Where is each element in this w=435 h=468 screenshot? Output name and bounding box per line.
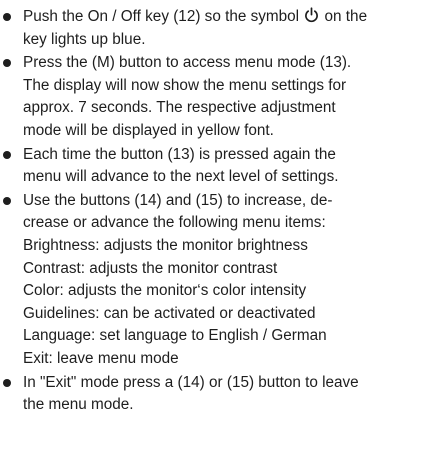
instruction-line: approx. 7 seconds. The respective adjust… xyxy=(23,99,336,117)
instruction-item-menu-items: Use the buttons (14) and (15) to increas… xyxy=(0,190,435,371)
menu-item-language: Language: set language to English / Germ… xyxy=(23,327,327,345)
instruction-list: Push the On / Off key (12) so the symbol… xyxy=(0,6,435,417)
menu-item-color: Color: adjusts the monitor‘s color inten… xyxy=(23,282,307,300)
instruction-item-power-on: Push the On / Off key (12) so the symbol… xyxy=(0,6,435,51)
instruction-item-menu-mode: Press the (M) button to access menu mode… xyxy=(0,52,435,142)
instruction-line: Each time the button (13) is pressed aga… xyxy=(23,145,336,163)
bullet-icon xyxy=(3,150,11,159)
menu-item-guidelines: Guidelines: can be activated or deactiva… xyxy=(23,304,316,322)
instruction-text: on the xyxy=(320,8,368,25)
instruction-line: mode will be displayed in yellow font. xyxy=(23,121,274,139)
menu-item-exit: Exit: leave menu mode xyxy=(23,349,179,367)
instruction-item-advance-level: Each time the button (13) is pressed aga… xyxy=(0,144,435,189)
instruction-line: The display will now show the menu setti… xyxy=(23,76,347,94)
instruction-line: Press the (M) button to access menu mode… xyxy=(23,54,352,72)
instruction-line: In "Exit" mode press a (14) or (15) butt… xyxy=(23,373,359,391)
instruction-line: menu will advance to the next level of s… xyxy=(23,168,339,186)
instruction-line: Use the buttons (14) and (15) to increas… xyxy=(23,191,333,209)
instruction-line: crease or advance the following menu ite… xyxy=(23,214,326,232)
instruction-line: the menu mode. xyxy=(23,396,134,414)
bullet-icon xyxy=(3,59,11,68)
bullet-icon xyxy=(3,378,11,387)
bullet-icon xyxy=(3,13,11,21)
instructions-document: Push the On / Off key (12) so the symbol… xyxy=(0,6,435,418)
menu-item-brightness: Brightness: adjusts the monitor brightne… xyxy=(23,236,308,254)
menu-item-contrast: Contrast: adjusts the monitor contrast xyxy=(23,259,278,277)
power-icon xyxy=(304,7,319,23)
instruction-line: Push the On / Off key (12) so the symbol… xyxy=(23,6,429,29)
instruction-text: Push the On / Off key (12) so the symbol xyxy=(23,8,304,25)
bullet-icon xyxy=(3,196,11,205)
instruction-item-exit-mode: In "Exit" mode press a (14) or (15) butt… xyxy=(0,372,435,417)
instruction-line: key lights up blue. xyxy=(23,30,146,48)
